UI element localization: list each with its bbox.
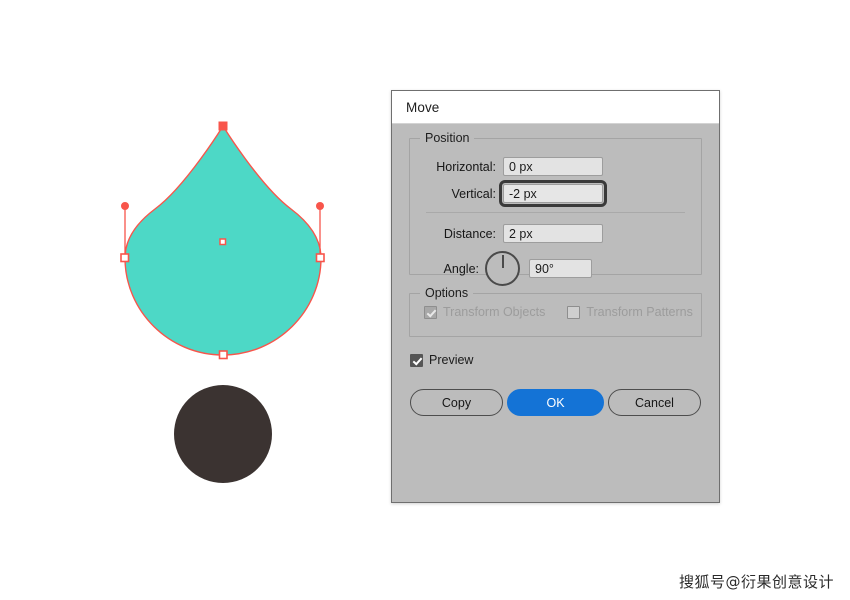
vertical-field-row: Vertical: -2 px: [424, 180, 687, 207]
preview-checkbox-box[interactable]: [410, 353, 423, 367]
transform-objects-checkbox[interactable]: Transform Objects: [424, 305, 545, 319]
distance-field-row: Distance: 2 px: [424, 224, 687, 243]
dialog-body: Position Horizontal: 0 px Vertical: -2 p…: [392, 124, 719, 416]
right-anchor[interactable]: [315, 253, 325, 263]
angle-dial-needle: [501, 255, 504, 268]
transform-patterns-checkbox[interactable]: Transform Patterns: [567, 305, 693, 319]
cancel-button[interactable]: Cancel: [608, 389, 701, 416]
transform-objects-checkbox-box[interactable]: [424, 305, 437, 319]
bottom-anchor[interactable]: [218, 350, 228, 360]
right-bezier-handle[interactable]: [316, 202, 324, 210]
center-point: [219, 238, 227, 246]
copy-button[interactable]: Copy: [410, 389, 503, 416]
dialog-titlebar: Move: [392, 91, 719, 124]
dialog-button-row: Copy OK Cancel: [409, 389, 702, 416]
move-dialog[interactable]: Move Position Horizontal: 0 px Vertical:…: [391, 90, 720, 503]
position-group-legend: Position: [420, 131, 475, 145]
position-group: Position Horizontal: 0 px Vertical: -2 p…: [409, 131, 702, 286]
top-anchor-selected[interactable]: [218, 121, 228, 131]
angle-dial-control[interactable]: [485, 251, 520, 286]
transform-patterns-checkbox-box[interactable]: [567, 305, 581, 319]
dialog-title: Move: [406, 99, 440, 115]
options-group: Options Transform Objects Transform Patt…: [409, 286, 702, 337]
angle-field-row: Angle: 90°: [424, 251, 687, 286]
angle-label: Angle:: [443, 261, 479, 276]
transform-patterns-label: Transform Patterns: [586, 305, 693, 319]
vertical-label: Vertical:: [451, 186, 496, 201]
transform-objects-label: Transform Objects: [443, 305, 546, 319]
ok-button[interactable]: OK: [507, 389, 604, 416]
horizontal-label: Horizontal:: [436, 159, 496, 174]
distance-input[interactable]: 2 px: [503, 224, 603, 243]
vertical-input[interactable]: -2 px: [499, 180, 607, 207]
dark-circle-shape[interactable]: [174, 385, 272, 483]
horizontal-input[interactable]: 0 px: [503, 157, 603, 176]
watermark-text: 搜狐号@衍果创意设计: [678, 573, 834, 591]
left-anchor[interactable]: [120, 253, 130, 263]
options-group-legend: Options: [420, 286, 474, 300]
preview-label: Preview: [429, 353, 474, 367]
options-inner: Transform Objects Transform Patterns: [424, 305, 693, 319]
preview-checkbox[interactable]: Preview: [410, 353, 702, 367]
angle-input[interactable]: 90°: [529, 259, 592, 278]
distance-label: Distance:: [443, 226, 496, 241]
left-bezier-handle[interactable]: [121, 202, 129, 210]
position-divider: [426, 212, 685, 213]
horizontal-field-row: Horizontal: 0 px: [424, 157, 687, 176]
